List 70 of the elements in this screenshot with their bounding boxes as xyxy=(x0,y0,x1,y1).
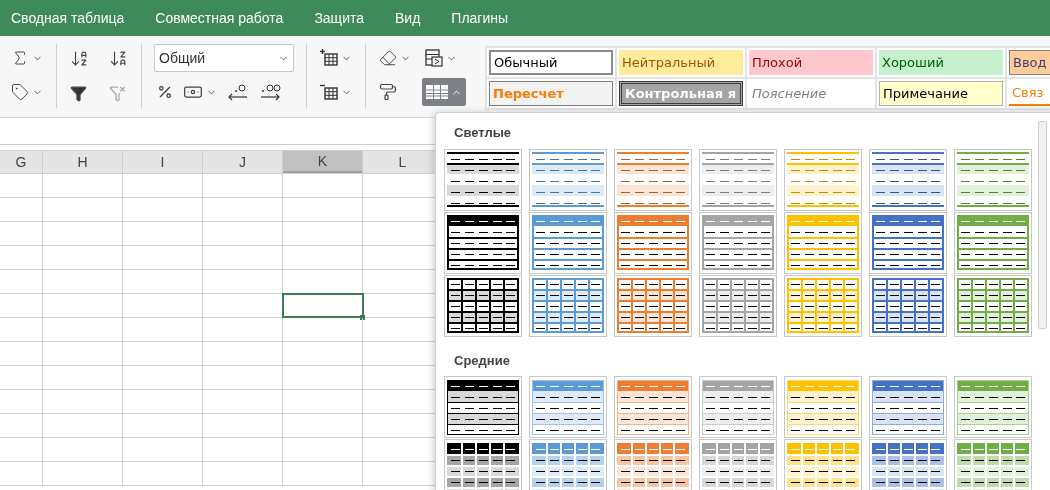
table-style-thumbnail[interactable] xyxy=(869,211,947,274)
table-style-thumbnail[interactable] xyxy=(529,148,607,211)
clear-filter-icon xyxy=(109,84,126,102)
table-style-thumbnail[interactable] xyxy=(444,376,522,438)
fill-handle[interactable] xyxy=(360,315,365,320)
table-style-thumbnail[interactable] xyxy=(444,148,522,211)
format-as-table-button[interactable] xyxy=(422,78,466,106)
table-style-thumbnail[interactable] xyxy=(444,439,522,490)
number-format-dropdown[interactable]: Общий xyxy=(154,44,294,72)
table-style-thumbnail[interactable] xyxy=(784,376,862,438)
insert-cells-icon xyxy=(320,49,338,67)
table-style-thumbnail[interactable] xyxy=(784,211,862,274)
cell-style-item[interactable]: Нейтральный xyxy=(619,50,743,75)
filter-icon xyxy=(70,84,87,102)
section-title: Средние xyxy=(453,351,511,370)
table-style-thumbnail[interactable] xyxy=(699,211,777,274)
number-format-value: Общий xyxy=(159,48,206,68)
active-cell[interactable] xyxy=(283,294,363,317)
table-style-thumbnail[interactable] xyxy=(529,439,607,490)
eraser-icon xyxy=(379,49,397,67)
table-style-thumbnail[interactable] xyxy=(954,211,1032,274)
column-header[interactable]: H xyxy=(43,151,123,173)
table-style-thumbnail[interactable] xyxy=(954,274,1032,337)
table-style-thumbnail[interactable] xyxy=(529,274,607,337)
table-style-thumbnail[interactable] xyxy=(869,148,947,211)
increase-decimal-icon xyxy=(259,83,281,101)
table-style-thumbnail[interactable] xyxy=(699,439,777,490)
column-header[interactable]: G xyxy=(0,151,43,173)
table-icon xyxy=(426,85,448,99)
table-style-thumbnail[interactable] xyxy=(784,274,862,337)
table-style-thumbnail[interactable] xyxy=(614,376,692,438)
menu-item[interactable]: Защита xyxy=(314,7,364,29)
section-title: Светлые xyxy=(453,124,513,142)
scrollbar[interactable] xyxy=(1038,121,1047,329)
table-style-thumbnail[interactable] xyxy=(614,148,692,211)
table-style-thumbnail[interactable] xyxy=(529,376,607,438)
table-style-thumbnail[interactable] xyxy=(444,274,522,337)
table-style-thumbnail[interactable] xyxy=(954,148,1032,211)
table-style-thumbnail[interactable] xyxy=(869,439,947,490)
table-style-thumbnail[interactable] xyxy=(699,376,777,438)
table-style-thumbnail[interactable] xyxy=(869,376,947,438)
table-style-thumbnail[interactable] xyxy=(529,211,607,274)
table-style-thumbnail[interactable] xyxy=(869,274,947,337)
table-style-thumbnail[interactable] xyxy=(784,148,862,211)
column-header[interactable]: I xyxy=(123,151,203,173)
menu-item[interactable]: Сводная таблица xyxy=(11,7,125,29)
cell-style-item[interactable]: Примечание xyxy=(879,81,1003,106)
decrease-decimal-icon xyxy=(227,83,249,101)
menu-item[interactable]: Плагины xyxy=(451,7,509,29)
delete-cells-icon xyxy=(320,83,338,101)
table-style-thumbnail[interactable] xyxy=(614,439,692,490)
table-style-thumbnail[interactable] xyxy=(954,439,1032,490)
cell-style-item[interactable]: Плохой xyxy=(749,50,873,75)
table-style-thumbnail[interactable] xyxy=(784,439,862,490)
table-style-thumbnail[interactable] xyxy=(444,211,522,274)
table-style-thumbnail[interactable] xyxy=(954,376,1032,438)
percent-icon xyxy=(157,84,173,100)
table-style-thumbnail[interactable] xyxy=(614,211,692,274)
cell-style-item[interactable]: Хороший xyxy=(879,50,1003,75)
paint-roller-icon xyxy=(379,83,397,101)
table-style-thumbnail[interactable] xyxy=(699,148,777,211)
tag-icon xyxy=(11,83,29,101)
column-header[interactable]: K xyxy=(283,151,363,173)
cell-style-item[interactable]: Обычный xyxy=(489,50,613,75)
menu-item[interactable]: Совместная работа xyxy=(155,7,284,29)
cell-style-item[interactable]: Ввод xyxy=(1009,50,1050,75)
table-style-thumbnail[interactable] xyxy=(699,274,777,337)
menu-item[interactable]: Вид xyxy=(395,7,421,29)
table-style-thumbnail[interactable] xyxy=(614,274,692,337)
conditional-format-icon xyxy=(425,49,443,67)
